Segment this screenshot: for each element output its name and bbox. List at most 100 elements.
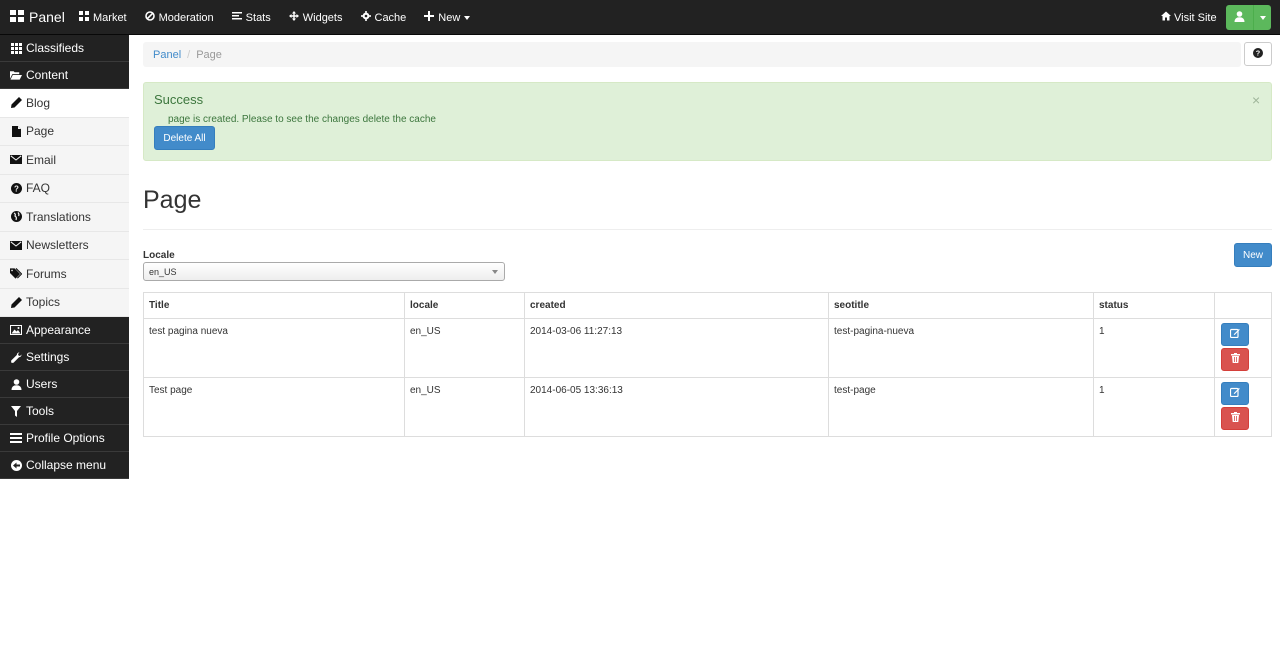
sidebar-item-translations[interactable]: Translations (0, 203, 129, 232)
edit-icon (1229, 328, 1240, 341)
sidebar-item-label: Appearance (26, 323, 91, 337)
main-nav: Market Moderation Stats Widgets Cache Ne… (70, 0, 479, 35)
home-icon (1161, 11, 1171, 24)
sidebar-item-collapse-menu[interactable]: Collapse menu (0, 452, 129, 479)
sidebar-item-appearance[interactable]: Appearance (0, 317, 129, 344)
sidebar-item-label: Page (26, 124, 55, 139)
sidebar-item-label: Email (26, 152, 57, 167)
cell-created: 2014-06-05 13:36:13 (524, 377, 829, 437)
sidebar-item-label: Tools (26, 404, 55, 418)
visit-site-link[interactable]: Visit Site (1161, 0, 1217, 35)
align-left-icon (231, 11, 242, 24)
top-navbar: Panel Market Moderation Stats Widgets Ca… (0, 0, 1280, 35)
sidebar-item-newsletters[interactable]: Newsletters (0, 231, 129, 260)
breadcrumb: Panel / Page (143, 42, 1241, 67)
svg-text:?: ? (14, 184, 19, 193)
sidebar-item-blog[interactable]: Blog (0, 89, 129, 118)
sidebar-item-label: Settings (26, 350, 70, 364)
user-icon (10, 378, 22, 390)
sidebar-item-label: Topics (26, 295, 61, 310)
user-menu-button[interactable] (1226, 5, 1271, 30)
wrench-icon (10, 352, 22, 363)
table-row: test pagina nueva en_US 2014-03-06 11:27… (143, 318, 1272, 378)
sidebar-item-content[interactable]: Content (0, 62, 129, 89)
edit-button[interactable] (1221, 382, 1249, 405)
sidebar-item-label: Classifieds (26, 41, 85, 55)
tags-icon (10, 268, 22, 279)
sidebar-item-tools[interactable]: Tools (0, 398, 129, 425)
column-header-status: status (1093, 292, 1215, 319)
nav-new-label: New (438, 11, 461, 24)
help-button[interactable]: ? (1244, 42, 1272, 66)
list-icon (10, 433, 22, 443)
locale-select[interactable]: en_US (143, 262, 505, 281)
nav-stats[interactable]: Stats (223, 0, 280, 35)
cell-actions (1214, 377, 1272, 437)
sidebar-item-label: Newsletters (26, 238, 89, 253)
sidebar: Classifieds Content Blog Page Email ? FA… (0, 35, 129, 479)
delete-button[interactable] (1221, 407, 1249, 430)
sidebar-item-email[interactable]: Email (0, 146, 129, 175)
sidebar-item-label: Forums (26, 266, 67, 281)
column-header-title: Title (143, 292, 405, 319)
column-header-seotitle: seotitle (828, 292, 1094, 319)
breadcrumb-panel-link[interactable]: Panel (153, 49, 181, 61)
nav-market-label: Market (93, 11, 127, 24)
nav-cache[interactable]: Cache (352, 0, 416, 35)
sidebar-item-label: FAQ (26, 181, 51, 196)
page-title: Page (143, 186, 202, 214)
new-page-button[interactable]: New (1234, 243, 1272, 267)
sidebar-item-classifieds[interactable]: Classifieds (0, 35, 129, 62)
sidebar-item-profile-options[interactable]: Profile Options (0, 425, 129, 452)
nav-market[interactable]: Market (70, 0, 136, 35)
cell-title: Test page (143, 377, 405, 437)
envelope-icon (10, 240, 22, 250)
user-dropdown-toggle[interactable] (1254, 5, 1271, 30)
nav-new-dropdown[interactable]: New (415, 0, 479, 35)
sidebar-item-settings[interactable]: Settings (0, 344, 129, 371)
sidebar-item-forums[interactable]: Forums (0, 260, 129, 289)
ban-icon (144, 11, 155, 24)
sidebar-item-topics[interactable]: Topics (0, 288, 129, 317)
user-button[interactable] (1226, 5, 1254, 30)
cell-created: 2014-03-06 11:27:13 (524, 318, 829, 378)
nav-widgets-label: Widgets (302, 11, 343, 24)
column-header-actions (1214, 292, 1272, 319)
caret-down-icon (464, 15, 471, 20)
sidebar-item-users[interactable]: Users (0, 371, 129, 398)
filter-icon (10, 405, 22, 417)
nav-moderation[interactable]: Moderation (136, 0, 223, 35)
brand-label: Panel (29, 9, 65, 25)
alert-title: Success (154, 92, 204, 107)
sidebar-item-label: Blog (26, 95, 51, 110)
sidebar-item-label: Profile Options (26, 431, 105, 445)
grid-icon (79, 11, 89, 24)
circle-arrow-left-icon (10, 459, 22, 471)
cell-status: 1 (1093, 318, 1215, 378)
picture-icon (10, 325, 22, 335)
cell-actions (1214, 318, 1272, 378)
sidebar-item-page[interactable]: Page (0, 117, 129, 146)
trash-icon (1230, 412, 1240, 425)
pages-table: Title locale created seotitle status tes… (143, 292, 1272, 437)
trash-icon (1230, 353, 1240, 366)
cell-locale: en_US (404, 318, 525, 378)
delete-button[interactable] (1221, 348, 1249, 371)
delete-all-button[interactable]: Delete All (154, 126, 215, 150)
close-icon[interactable]: × (1252, 92, 1260, 108)
edit-button[interactable] (1221, 323, 1249, 346)
brand-link[interactable]: Panel (10, 0, 65, 35)
svg-text:?: ? (1256, 48, 1261, 57)
th-large-icon (10, 0, 24, 35)
envelope-icon (10, 155, 22, 165)
nav-widgets[interactable]: Widgets (280, 0, 352, 35)
chevron-down-icon (492, 270, 498, 274)
sidebar-item-label: Collapse menu (26, 458, 107, 472)
visit-site-label: Visit Site (1174, 11, 1217, 24)
sidebar-item-faq[interactable]: ? FAQ (0, 174, 129, 203)
breadcrumb-current: Page (196, 48, 222, 61)
table-header-row: Title locale created seotitle status (143, 292, 1272, 319)
cell-locale: en_US (404, 377, 525, 437)
move-icon (288, 11, 299, 24)
globe-icon (10, 211, 22, 223)
